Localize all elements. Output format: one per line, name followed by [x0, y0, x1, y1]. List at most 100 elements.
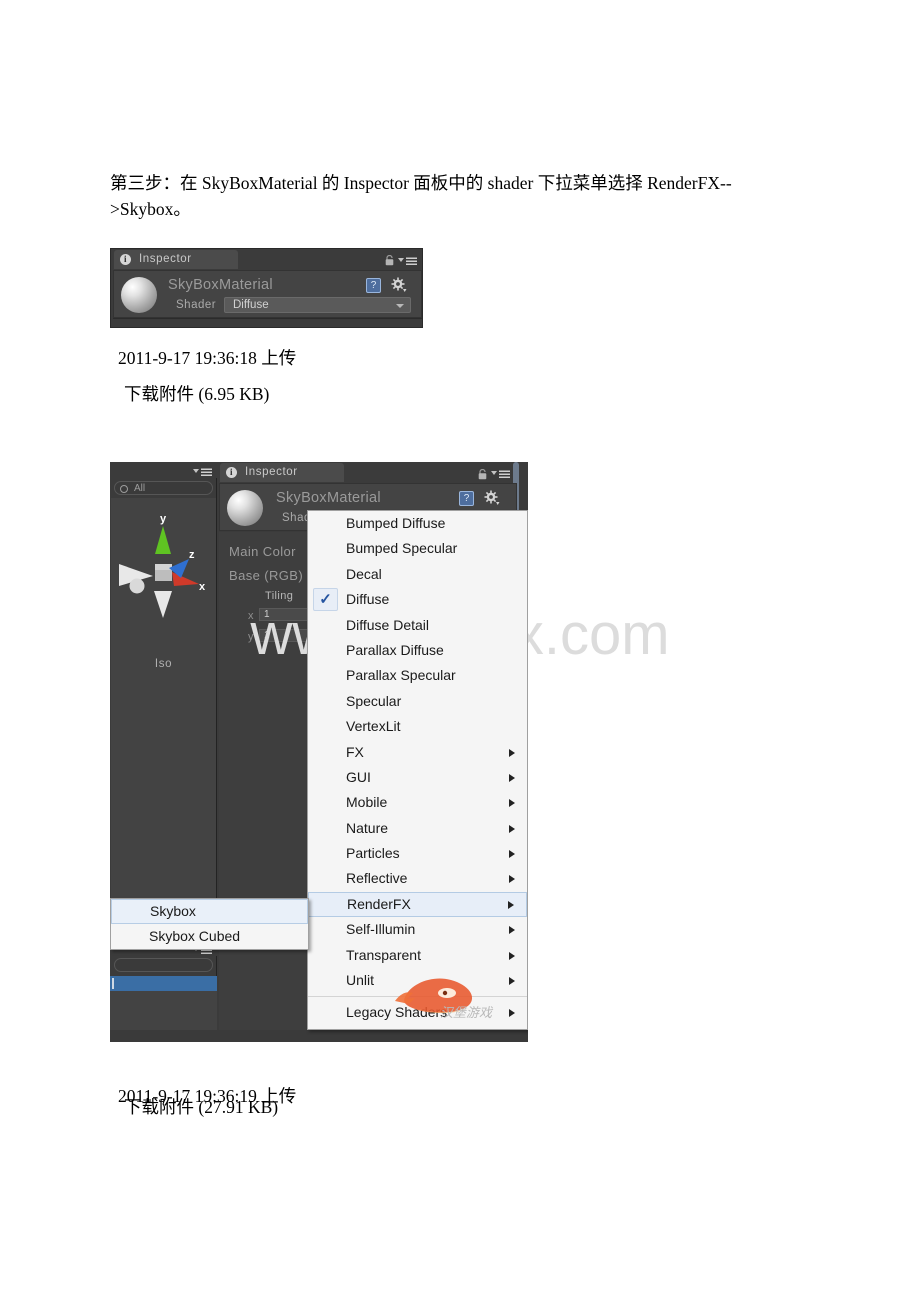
download-attachment-link-2[interactable]: 下载附件 (27.91 KB) — [124, 1094, 278, 1120]
submenu-item-label: Skybox Cubed — [149, 928, 241, 944]
hamburger-menu-icon[interactable] — [193, 465, 213, 476]
project-search-input[interactable] — [114, 958, 213, 972]
menu-item-label: Nature — [346, 819, 389, 836]
menu-item-label: Parallax Specular — [346, 667, 456, 684]
menu-item-nature[interactable]: Nature — [308, 816, 527, 841]
menu-item-label: Specular — [346, 692, 402, 709]
menu-item-diffuse-detail[interactable]: Diffuse Detail — [308, 613, 527, 638]
svg-text:y: y — [160, 513, 167, 525]
menu-item-label: Particles — [346, 845, 400, 862]
submenu-item-skybox[interactable]: Skybox — [111, 899, 308, 924]
lock-icon[interactable] — [385, 253, 394, 266]
chevron-right-icon — [509, 773, 515, 782]
gear-icon[interactable] — [391, 277, 407, 293]
menu-item-specular[interactable]: Specular — [308, 689, 527, 714]
shader-dropdown[interactable]: Diffuse — [224, 297, 411, 313]
scene-view-mode-label: Iso — [154, 658, 173, 670]
shader-dropdown-menu[interactable]: Bumped Diffuse Bumped Specular Decal ✓ Diffu… — [307, 510, 528, 1030]
scene-axis-gizmo[interactable]: y x z — [111, 506, 216, 656]
info-icon: i — [226, 467, 237, 478]
checkmark-icon: ✓ — [313, 588, 338, 612]
submenu-item-skybox-cubed[interactable]: Skybox Cubed — [111, 924, 308, 949]
chevron-right-icon — [509, 951, 515, 960]
menu-item-label: Diffuse Detail — [346, 616, 430, 633]
menu-item-label: Parallax Diffuse — [346, 641, 444, 658]
tab-inspector-label: Inspector — [245, 466, 298, 478]
menu-item-label: Bumped Specular — [346, 540, 458, 557]
project-selected-item[interactable] — [110, 976, 217, 991]
material-sphere-preview — [227, 490, 263, 526]
menu-item-particles[interactable]: Particles — [308, 841, 527, 866]
menu-separator — [308, 996, 527, 998]
menu-item-legacy-shaders[interactable]: Legacy Shaders — [308, 1000, 527, 1025]
menu-item-renderfx[interactable]: RenderFX — [308, 891, 527, 918]
menu-item-diffuse[interactable]: ✓ Diffuse — [308, 587, 527, 612]
download-attachment-link-1[interactable]: 下载附件 (6.95 KB) — [124, 381, 269, 407]
menu-item-mobile[interactable]: Mobile — [308, 790, 527, 815]
help-icon[interactable]: ? — [366, 278, 381, 293]
menu-item-fx[interactable]: FX — [308, 740, 527, 765]
chevron-right-icon — [509, 1009, 515, 1018]
search-input[interactable]: All — [114, 481, 213, 495]
property-label-base-rgb: Base (RGB) — [229, 568, 304, 583]
left-panel-toolbar — [110, 462, 217, 478]
chevron-right-icon — [509, 875, 515, 884]
menu-item-reflective[interactable]: Reflective — [308, 866, 527, 891]
screenshot-bottom-band — [110, 1030, 528, 1042]
page-title: 第三步：在 SkyBoxMaterial 的 Inspector 面板中的 sh… — [110, 173, 732, 219]
property-label-main-color: Main Color — [229, 544, 296, 559]
menu-item-label: Diffuse — [346, 591, 390, 608]
skybox-submenu[interactable]: Skybox Skybox Cubed — [110, 898, 309, 950]
chevron-right-icon — [509, 799, 515, 808]
menu-item-label: Bumped Diffuse — [346, 515, 446, 531]
menu-item-label: Self-Illumin — [346, 921, 416, 938]
menu-item-transparent[interactable]: Transparent — [308, 943, 527, 968]
menu-item-bumped-diffuse[interactable]: Bumped Diffuse — [308, 511, 527, 536]
material-name: SkyBoxMaterial — [168, 277, 273, 293]
menu-item-vertexlit[interactable]: VertexLit — [308, 714, 527, 739]
scene-view[interactable]: y x z Iso — [111, 498, 216, 938]
lock-icon[interactable] — [478, 467, 487, 480]
hamburger-menu-icon[interactable] — [398, 254, 418, 265]
tiling-x-label: x — [248, 610, 254, 622]
menu-item-unlit[interactable]: Unlit — [308, 968, 527, 993]
help-icon[interactable]: ? — [459, 491, 474, 506]
menu-item-self-illumin[interactable]: Self-Illumin — [308, 917, 527, 942]
tab-inspector[interactable]: i Inspector — [220, 463, 344, 482]
material-name: SkyBoxMaterial — [276, 490, 381, 506]
menu-item-label: Decal — [346, 565, 382, 582]
menu-item-label: RenderFX — [347, 895, 411, 912]
material-sphere-preview — [121, 277, 157, 313]
chevron-right-icon — [508, 900, 514, 909]
material-inspector-body: SkyBoxMaterial Shader Diffuse ? — [113, 270, 422, 318]
menu-item-decal[interactable]: Decal — [308, 562, 527, 587]
chevron-right-icon — [509, 926, 515, 935]
gear-icon[interactable] — [484, 490, 500, 506]
menu-item-gui[interactable]: GUI — [308, 765, 527, 790]
inspector-tabbar: i Inspector — [111, 249, 422, 269]
submenu-item-label: Skybox — [150, 903, 196, 919]
menu-item-label: GUI — [346, 768, 371, 785]
tiling-label: Tiling — [265, 590, 294, 602]
chevron-right-icon — [509, 748, 515, 757]
svg-text:z: z — [189, 549, 195, 561]
menu-item-parallax-specular[interactable]: Parallax Specular — [308, 663, 527, 688]
menu-item-label: FX — [346, 743, 364, 760]
menu-item-label: Transparent — [346, 946, 421, 963]
search-input-value: All — [134, 483, 146, 494]
shader-dropdown-value: Diffuse — [233, 299, 269, 311]
hamburger-menu-icon[interactable] — [491, 467, 511, 478]
menu-item-label: Mobile — [346, 794, 388, 811]
info-icon: i — [120, 254, 131, 265]
tab-inspector-label: Inspector — [139, 253, 192, 265]
menu-item-bumped-specular[interactable]: Bumped Specular — [308, 536, 527, 561]
chevron-right-icon — [509, 850, 515, 859]
tab-inspector[interactable]: i Inspector — [114, 250, 238, 269]
svg-text:x: x — [199, 581, 206, 593]
search-icon — [120, 485, 128, 493]
menu-item-label: Reflective — [346, 870, 408, 887]
menu-item-label: VertexLit — [346, 718, 401, 735]
menu-item-parallax-diffuse[interactable]: Parallax Diffuse — [308, 638, 527, 663]
shader-label: Shader — [176, 299, 217, 311]
chevron-right-icon — [509, 824, 515, 833]
